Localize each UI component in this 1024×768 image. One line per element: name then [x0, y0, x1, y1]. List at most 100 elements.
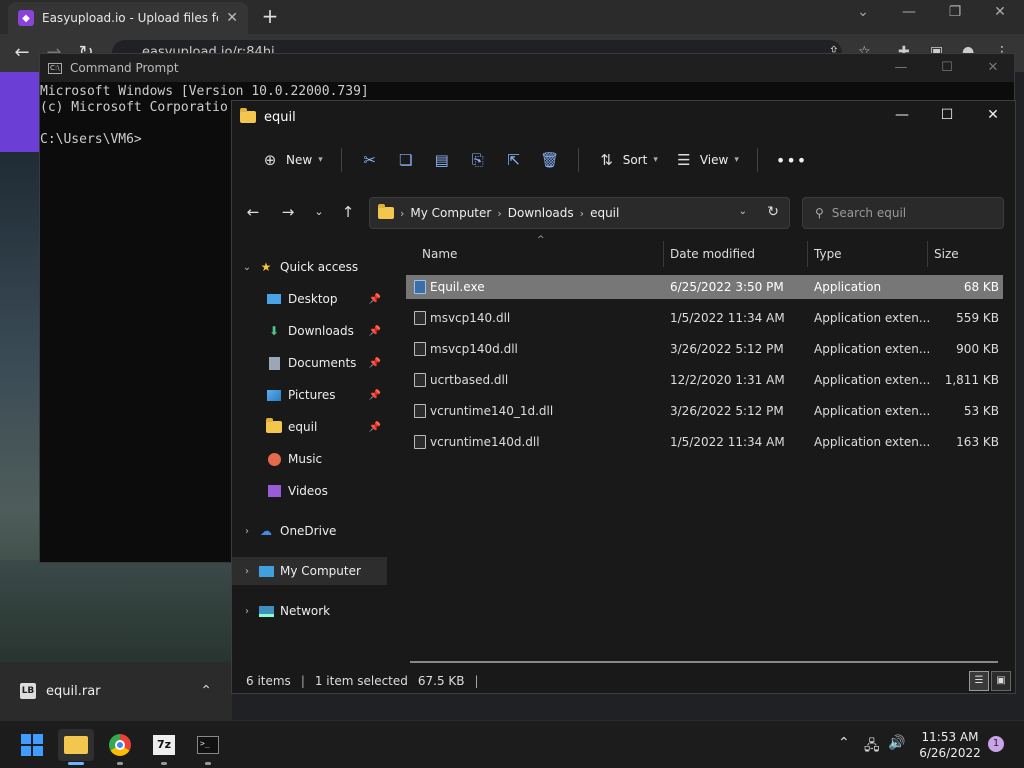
- column-header-date[interactable]: Date modified: [662, 239, 806, 269]
- browser-tabstrip: ◆ Easyupload.io - Upload files for f ✕ +…: [0, 0, 1024, 34]
- sort-button[interactable]: ⇅ Sort ▾: [589, 144, 666, 176]
- nav-label: Videos: [288, 484, 328, 498]
- tiles-view-icon[interactable]: ▣: [991, 671, 1011, 691]
- delete-button[interactable]: 🗑: [532, 144, 568, 176]
- cmd-close-icon[interactable]: ✕: [978, 60, 1008, 75]
- close-tab-icon[interactable]: ✕: [226, 10, 238, 26]
- file-explorer-window[interactable]: equil — ☐ ✕ ⊕ New ▾ ✂ ❏ ▤ ⎘ ⇱ 🗑 ⇅ Sort ▾…: [231, 100, 1016, 694]
- chevron-down-icon[interactable]: ⌄: [739, 206, 747, 217]
- column-header-name[interactable]: Name: [414, 239, 664, 269]
- file-row[interactable]: Equil.exe 6/25/2022 3:50 PM Application …: [406, 275, 1003, 299]
- column-header-type[interactable]: Type: [806, 239, 926, 269]
- taskbar-file-explorer[interactable]: [58, 729, 94, 765]
- nav-item-desktop[interactable]: Desktop 📌: [232, 285, 387, 313]
- column-header-size[interactable]: Size: [926, 239, 1006, 269]
- nav-network[interactable]: › Network: [232, 597, 387, 625]
- 7zip-icon: 7z: [153, 735, 175, 755]
- toolbar-divider: [756, 148, 758, 172]
- nav-item-music[interactable]: Music: [232, 445, 387, 473]
- pin-icon: 📌: [368, 421, 381, 433]
- nav-item-videos[interactable]: Videos: [232, 477, 387, 505]
- explorer-maximize-icon[interactable]: ☐: [924, 107, 970, 123]
- volume-icon[interactable]: 🔊: [888, 735, 905, 751]
- taskbar-terminal[interactable]: >_: [190, 729, 226, 765]
- forward-arrow-icon[interactable]: →: [277, 203, 299, 221]
- details-view-icon[interactable]: ☰: [969, 671, 989, 691]
- chevron-right-icon[interactable]: ›: [236, 606, 258, 617]
- explorer-close-icon[interactable]: ✕: [970, 107, 1016, 123]
- tab-search-icon[interactable]: ⌄: [848, 4, 878, 20]
- file-row[interactable]: msvcp140d.dll 3/26/2022 5:12 PM Applicat…: [406, 337, 1003, 361]
- nav-label: Network: [280, 604, 331, 618]
- chevron-up-icon[interactable]: ⌃: [838, 735, 850, 751]
- refresh-icon[interactable]: ↻: [767, 204, 779, 220]
- nav-item-pictures[interactable]: Pictures 📌: [232, 381, 387, 409]
- recent-locations-icon[interactable]: ⌄: [308, 205, 330, 218]
- file-row[interactable]: vcruntime140_1d.dll 3/26/2022 5:12 PM Ap…: [406, 399, 1003, 423]
- nav-item-downloads[interactable]: ⬇ Downloads 📌: [232, 317, 387, 345]
- videos-icon: [266, 484, 282, 498]
- browser-restore-icon[interactable]: ❐: [940, 4, 970, 20]
- breadcrumb-item[interactable]: Downloads: [508, 206, 574, 220]
- browser-back-icon[interactable]: ←: [10, 42, 34, 63]
- running-indicator: [117, 762, 123, 765]
- up-arrow-icon[interactable]: ↑: [337, 203, 359, 221]
- nav-item-equil[interactable]: equil 📌: [232, 413, 387, 441]
- running-indicator: [68, 762, 84, 765]
- more-options-button[interactable]: •••: [768, 144, 815, 176]
- search-box[interactable]: ⚲: [802, 197, 1004, 229]
- explorer-nav-row: ← → ⌄ ↑ › My Computer › Downloads › equi…: [232, 193, 1015, 233]
- view-button[interactable]: ☰ View ▾: [666, 144, 747, 176]
- file-size: 163 KB: [956, 435, 999, 449]
- notification-badge[interactable]: 1: [988, 736, 1004, 752]
- file-row[interactable]: msvcp140.dll 1/5/2022 11:34 AM Applicati…: [406, 306, 1003, 330]
- music-icon: [266, 452, 282, 466]
- horizontal-scrollbar[interactable]: [410, 661, 998, 663]
- nav-onedrive[interactable]: › ☁ OneDrive: [232, 517, 387, 545]
- folder-icon: [240, 108, 256, 123]
- file-list: ^ Name Date modified Type Size Equil.exe…: [392, 235, 1014, 663]
- folder-icon: [378, 204, 394, 219]
- address-bar[interactable]: › My Computer › Downloads › equil ⌄ ↻: [369, 197, 790, 229]
- browser-close-icon[interactable]: ✕: [985, 4, 1015, 20]
- nav-my-computer[interactable]: › My Computer: [232, 557, 387, 585]
- chevron-up-icon[interactable]: ⌃: [200, 683, 212, 699]
- file-size: 1,811 KB: [944, 373, 999, 387]
- browser-minimize-icon[interactable]: —: [894, 4, 924, 20]
- taskbar-7zip[interactable]: 7z: [146, 729, 182, 765]
- running-indicator: [205, 762, 211, 765]
- file-size: 559 KB: [956, 311, 999, 325]
- share-button[interactable]: ⇱: [496, 144, 532, 176]
- status-size: 67.5 KB: [417, 674, 465, 688]
- new-tab-icon[interactable]: +: [258, 4, 282, 28]
- cut-button[interactable]: ✂: [352, 144, 388, 176]
- start-button[interactable]: [14, 729, 50, 761]
- new-button[interactable]: ⊕ New ▾: [252, 144, 331, 176]
- back-arrow-icon[interactable]: ←: [242, 203, 264, 221]
- taskbar-chrome[interactable]: [102, 729, 138, 765]
- search-input[interactable]: [831, 206, 982, 220]
- chevron-down-icon[interactable]: ⌄: [236, 262, 258, 273]
- rename-button[interactable]: ⎘: [460, 144, 496, 176]
- file-type: Application exten...: [814, 342, 931, 356]
- file-row[interactable]: ucrtbased.dll 12/2/2020 1:31 AM Applicat…: [406, 368, 1003, 392]
- cmd-maximize-icon[interactable]: ☐: [932, 60, 962, 75]
- file-row[interactable]: vcruntime140d.dll 1/5/2022 11:34 AM Appl…: [406, 430, 1003, 454]
- nav-quick-access[interactable]: ⌄ ★ Quick access: [232, 253, 387, 281]
- browser-tab[interactable]: ◆ Easyupload.io - Upload files for f ✕: [8, 2, 248, 34]
- breadcrumb-item[interactable]: My Computer: [410, 206, 491, 220]
- cmd-titlebar[interactable]: C:\ Command Prompt: [40, 54, 1014, 82]
- network-icon[interactable]: 🖧: [864, 735, 880, 759]
- clock[interactable]: 11:53 AM 6/26/2022: [910, 729, 990, 761]
- cmd-minimize-icon[interactable]: —: [886, 60, 916, 75]
- explorer-minimize-icon[interactable]: —: [879, 107, 925, 123]
- paste-button[interactable]: ▤: [424, 144, 460, 176]
- file-size: 53 KB: [963, 404, 999, 418]
- nav-label: Quick access: [280, 260, 359, 274]
- breadcrumb-item[interactable]: equil: [590, 206, 619, 220]
- nav-item-documents[interactable]: Documents 📌: [232, 349, 387, 377]
- copy-button[interactable]: ❏: [388, 144, 424, 176]
- chevron-right-icon[interactable]: ›: [236, 566, 258, 577]
- chevron-right-icon[interactable]: ›: [236, 526, 258, 537]
- download-item[interactable]: equil.rar: [46, 684, 190, 699]
